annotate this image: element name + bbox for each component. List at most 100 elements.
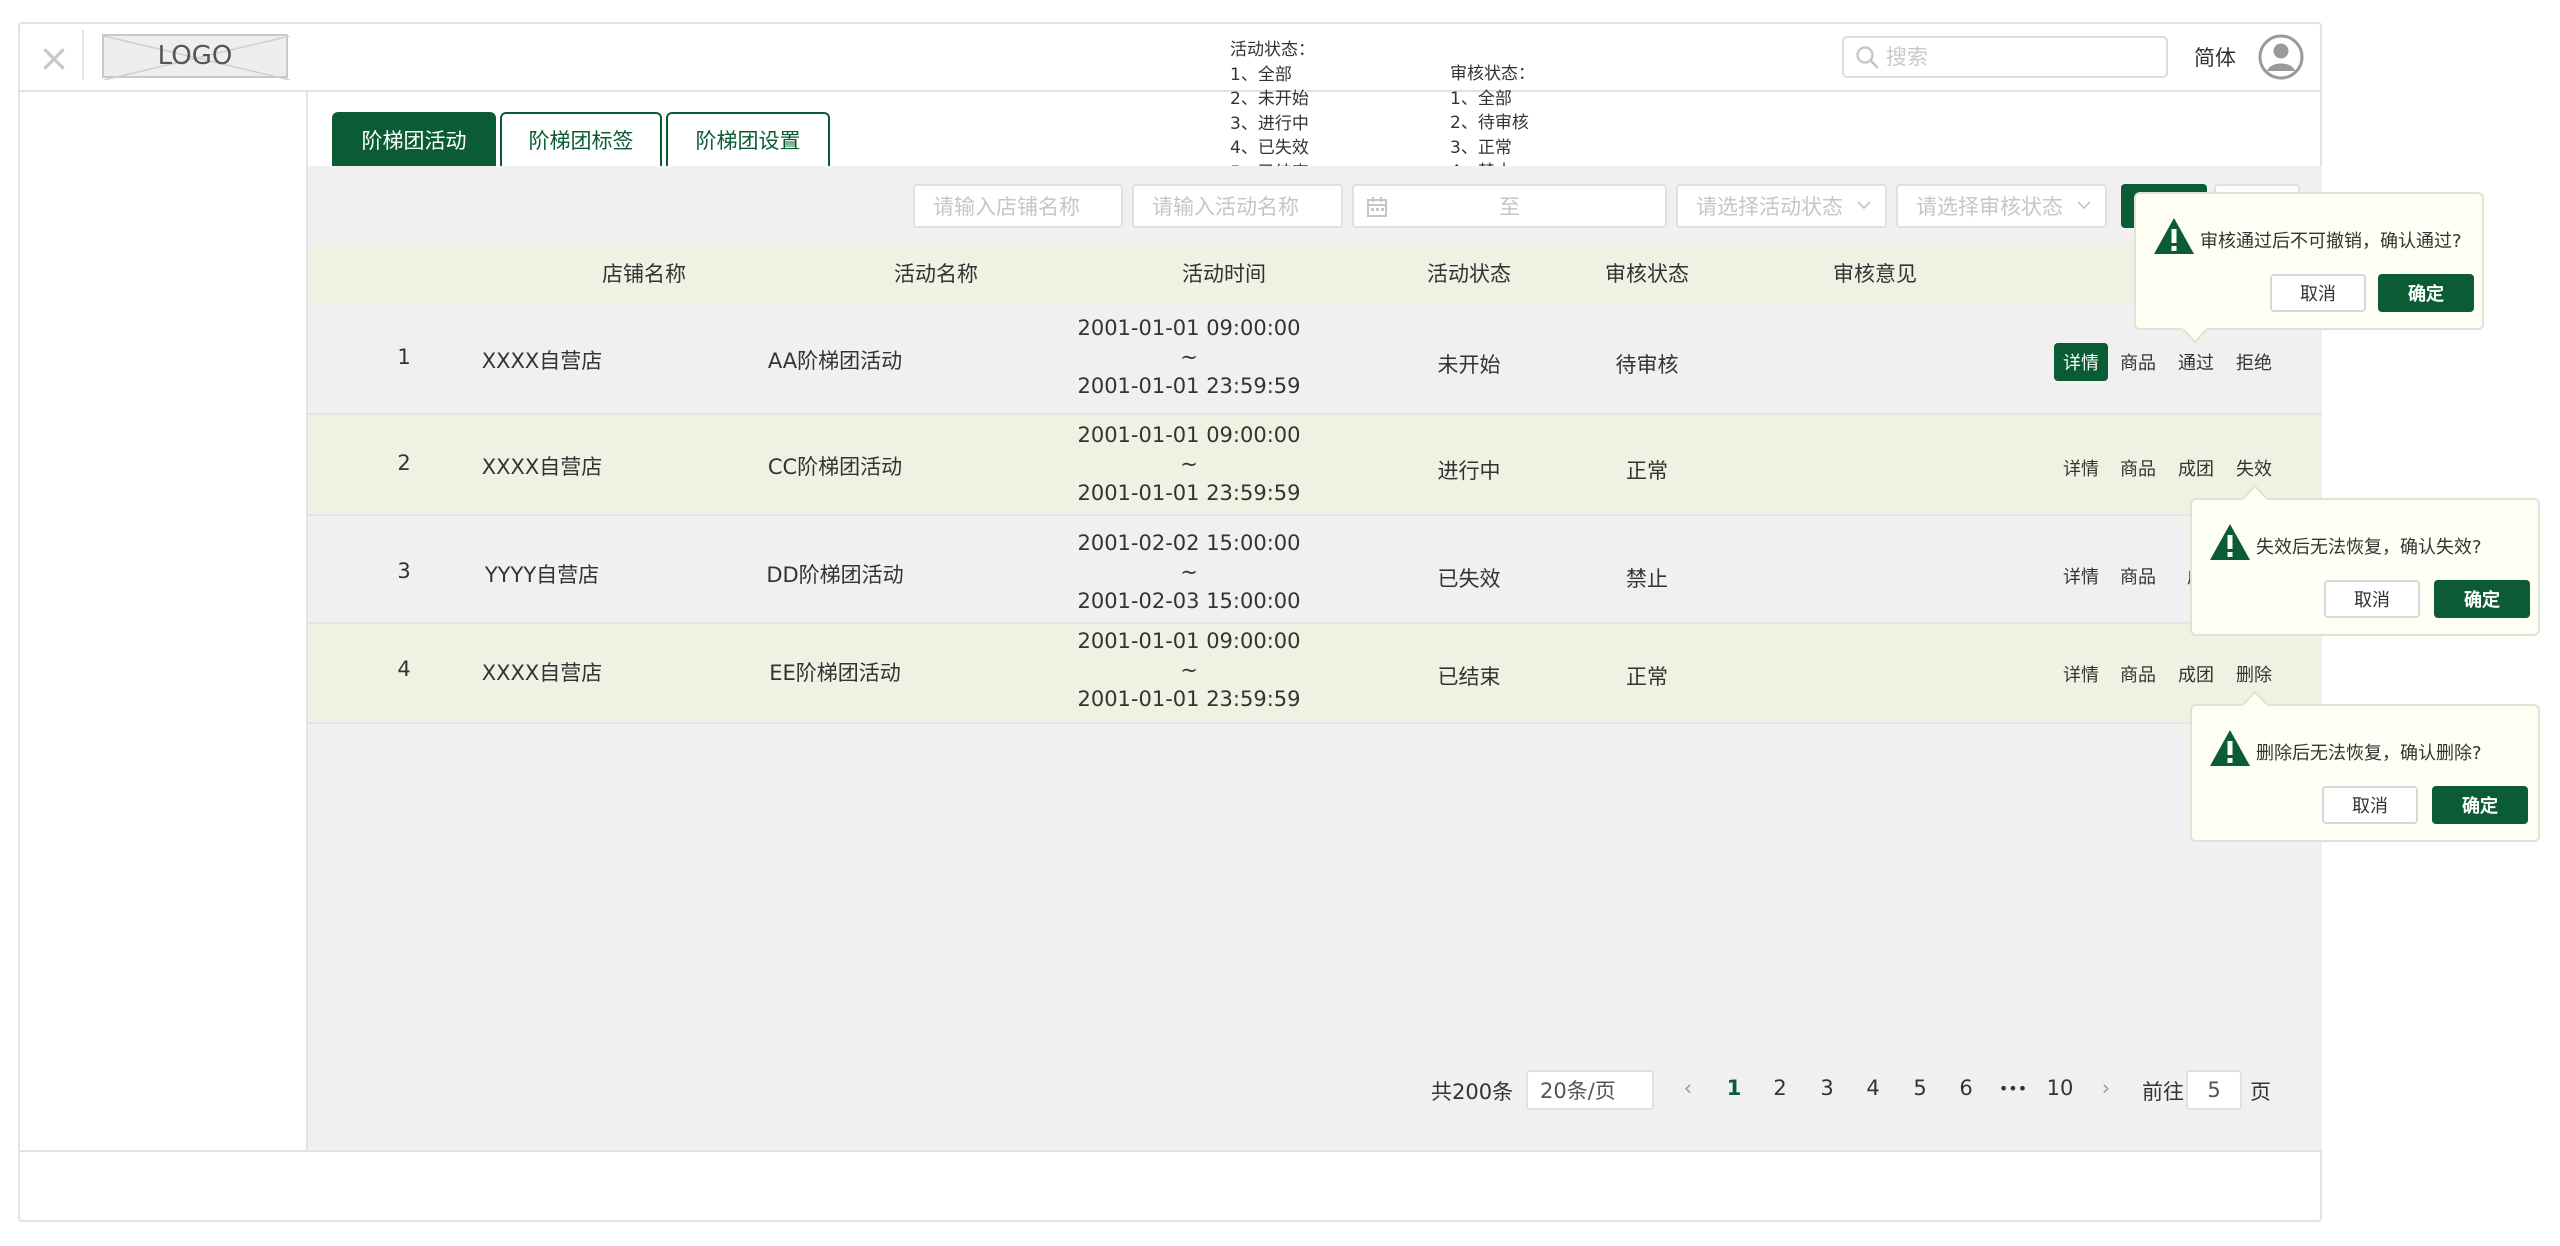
calendar-icon xyxy=(1367,197,1387,217)
warning-icon xyxy=(2210,730,2250,766)
review-status: 正常 xyxy=(1626,459,1668,483)
review-status-select[interactable]: 请选择审核状态 xyxy=(1896,184,2107,228)
page-number[interactable]: 2 xyxy=(1773,1076,1786,1100)
activity-start-time: 2001-01-01 09:00:00 xyxy=(1077,629,1301,653)
tab-ladder-activity[interactable]: 阶梯团活动 xyxy=(332,112,496,166)
goods-button[interactable]: 商品 xyxy=(2120,661,2156,687)
shop-name: XXXX自营店 xyxy=(481,349,603,373)
search-input[interactable] xyxy=(1884,44,2148,70)
goto-label: 前往 xyxy=(2142,1080,2184,1104)
row-index: 3 xyxy=(397,559,411,583)
activity-start-time: 2001-02-02 15:00:00 xyxy=(1077,531,1301,555)
goto-page-input[interactable]: 5 xyxy=(2186,1070,2242,1110)
cancel-button[interactable]: 取消 xyxy=(2270,274,2366,312)
chevron-down-icon xyxy=(1857,201,1871,210)
table-row: 1 XXXX自营店 AA阶梯团活动 2001-01-01 09:00:00 ~ … xyxy=(308,303,2322,415)
goods-button[interactable]: 商品 xyxy=(2120,455,2156,481)
shop-name: YYYY自营店 xyxy=(484,563,600,587)
reject-button[interactable]: 拒绝 xyxy=(2236,349,2272,375)
next-page-icon[interactable]: › xyxy=(2102,1076,2110,1100)
side-menu xyxy=(18,92,308,1150)
page-number[interactable]: 4 xyxy=(1866,1076,1879,1100)
chevron-down-icon xyxy=(2077,201,2091,210)
detail-button[interactable]: 详情 xyxy=(2063,661,2099,687)
page-suffix: 页 xyxy=(2250,1080,2271,1104)
cancel-button[interactable]: 取消 xyxy=(2324,580,2420,618)
avatar-icon[interactable] xyxy=(2258,34,2304,80)
time-separator: ~ xyxy=(1180,658,1198,682)
activity-end-time: 2001-02-03 15:00:00 xyxy=(1077,589,1301,613)
detail-button[interactable]: 详情 xyxy=(2063,563,2099,589)
detail-button[interactable]: 详情 xyxy=(2063,455,2099,481)
date-range-picker[interactable]: 至 xyxy=(1352,184,1667,228)
popup-message: 失效后无法恢复，确认失效? xyxy=(2256,537,2482,558)
activity-status-select[interactable]: 请选择活动状态 xyxy=(1676,184,1887,228)
activity-name: AA阶梯团活动 xyxy=(767,349,903,373)
popup-arrow-icon xyxy=(2242,690,2268,706)
logo: LOGO xyxy=(102,34,290,80)
confirm-button[interactable]: 确定 xyxy=(2434,580,2530,618)
page-size-value: 20条/页 xyxy=(1540,1079,1616,1103)
popup-message: 审核通过后不可撤销，确认通过? xyxy=(2200,231,2462,252)
activity-name: CC阶梯团活动 xyxy=(767,455,903,479)
goods-button[interactable]: 商品 xyxy=(2120,349,2156,375)
row-index: 4 xyxy=(397,657,411,681)
language-switch[interactable]: 简体 xyxy=(2194,42,2236,72)
activity-name: EE阶梯团活动 xyxy=(769,661,901,685)
popup-arrow-icon xyxy=(2242,484,2268,500)
shop-name-input[interactable]: 请输入店铺名称 xyxy=(913,184,1123,228)
col-review-status: 审核状态 xyxy=(1605,262,1689,286)
approve-button[interactable]: 通过 xyxy=(2178,349,2214,375)
page-footer xyxy=(18,1150,2322,1222)
page-number[interactable]: 3 xyxy=(1820,1076,1833,1100)
col-activity-time: 活动时间 xyxy=(1182,262,1266,286)
group-success-button[interactable]: 成团 xyxy=(2178,455,2214,481)
logo-text: LOGO xyxy=(157,41,233,71)
page-size-select[interactable]: 20条/页 xyxy=(1526,1070,1654,1110)
time-separator: ~ xyxy=(1180,345,1198,369)
goto-page-value: 5 xyxy=(2207,1078,2221,1102)
page-number[interactable]: 1 xyxy=(1727,1076,1742,1100)
table-row: 2 XXXX自营店 CC阶梯团活动 2001-01-01 09:00:00 ~ … xyxy=(308,415,2322,516)
review-status: 待审核 xyxy=(1615,353,1679,377)
col-activity-name: 活动名称 xyxy=(894,262,978,286)
row-index: 2 xyxy=(397,451,411,475)
tab-ladder-settings[interactable]: 阶梯团设置 xyxy=(666,112,830,166)
cancel-button[interactable]: 取消 xyxy=(2322,786,2418,824)
review-status-placeholder: 请选择审核状态 xyxy=(1916,195,2063,219)
detail-button[interactable]: 详情 xyxy=(2054,343,2108,381)
page-number[interactable]: 6 xyxy=(1959,1076,1972,1100)
col-review-opinion: 审核意见 xyxy=(1833,262,1917,286)
delete-confirm-popup: 删除后无法恢复，确认删除? 取消 确定 xyxy=(2190,704,2540,842)
page-number[interactable]: 10 xyxy=(2047,1076,2074,1100)
time-separator: ~ xyxy=(1180,452,1198,476)
warning-icon xyxy=(2154,218,2194,254)
activity-name: DD阶梯团活动 xyxy=(766,563,904,587)
time-separator: ~ xyxy=(1180,560,1198,584)
invalidate-button[interactable]: 失效 xyxy=(2236,455,2272,481)
date-separator: 至 xyxy=(1499,195,1520,219)
approve-confirm-popup: 审核通过后不可撤销，确认通过? 取消 确定 xyxy=(2134,192,2484,330)
invalidate-confirm-popup: 失效后无法恢复，确认失效? 取消 确定 xyxy=(2190,498,2540,636)
activity-start-time: 2001-01-01 09:00:00 xyxy=(1077,423,1301,447)
activity-start-time: 2001-01-01 09:00:00 xyxy=(1077,316,1301,340)
close-icon[interactable]: × xyxy=(38,39,70,77)
activity-status: 已结束 xyxy=(1437,665,1501,689)
page-ellipsis[interactable]: ••• xyxy=(1999,1079,2027,1098)
group-success-button[interactable]: 成团 xyxy=(2178,661,2214,687)
activity-status: 进行中 xyxy=(1437,459,1501,483)
confirm-button[interactable]: 确定 xyxy=(2378,274,2474,312)
col-activity-status: 活动状态 xyxy=(1427,262,1511,286)
activity-name-input[interactable]: 请输入活动名称 xyxy=(1132,184,1343,228)
tab-ladder-tags[interactable]: 阶梯团标签 xyxy=(500,112,662,166)
table-row: 4 XXXX自营店 EE阶梯团活动 2001-01-01 09:00:00 ~ … xyxy=(308,624,2322,724)
prev-page-icon[interactable]: ‹ xyxy=(1684,1076,1692,1100)
activity-end-time: 2001-01-01 23:59:59 xyxy=(1077,374,1301,398)
review-status: 禁止 xyxy=(1626,567,1668,591)
goods-button[interactable]: 商品 xyxy=(2120,563,2156,589)
search-icon xyxy=(1856,46,1879,69)
search-box[interactable] xyxy=(1842,36,2168,78)
page-number[interactable]: 5 xyxy=(1913,1076,1926,1100)
delete-button[interactable]: 删除 xyxy=(2236,661,2272,687)
confirm-button[interactable]: 确定 xyxy=(2432,786,2528,824)
